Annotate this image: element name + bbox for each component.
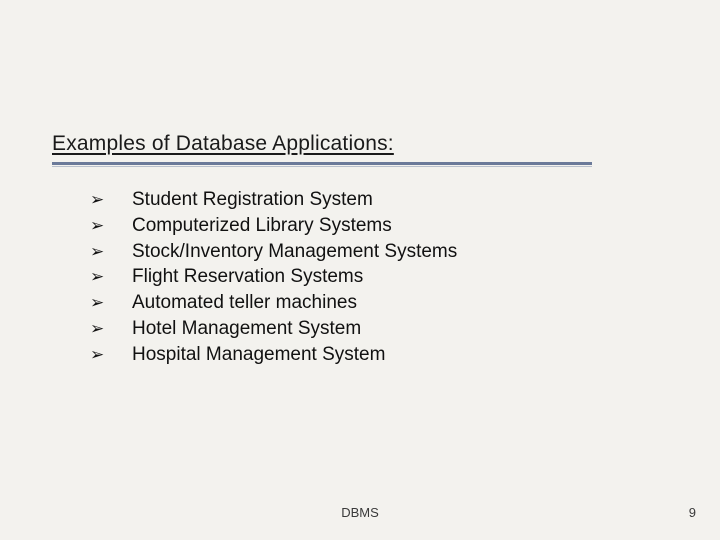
rule-line — [52, 162, 592, 165]
list-item: ➢ Student Registration System — [90, 188, 650, 212]
arrow-bullet-icon: ➢ — [90, 292, 132, 313]
list-item-text: Hotel Management System — [132, 317, 361, 341]
list-item-text: Stock/Inventory Management Systems — [132, 240, 457, 264]
rule-shadow — [52, 166, 592, 167]
list-item: ➢ Hotel Management System — [90, 317, 650, 341]
bullet-list: ➢ Student Registration System ➢ Computer… — [90, 188, 650, 368]
list-item: ➢ Automated teller machines — [90, 291, 650, 315]
list-item: ➢ Flight Reservation Systems — [90, 265, 650, 289]
list-item-text: Student Registration System — [132, 188, 373, 212]
title-underline-rule — [52, 162, 592, 168]
arrow-bullet-icon: ➢ — [90, 215, 132, 236]
arrow-bullet-icon: ➢ — [90, 241, 132, 262]
list-item-text: Automated teller machines — [132, 291, 357, 315]
list-item-text: Hospital Management System — [132, 343, 385, 367]
list-item: ➢ Computerized Library Systems — [90, 214, 650, 238]
list-item: ➢ Stock/Inventory Management Systems — [90, 240, 650, 264]
title-area: Examples of Database Applications: — [52, 132, 394, 156]
page-number: 9 — [689, 505, 696, 520]
list-item: ➢ Hospital Management System — [90, 343, 650, 367]
arrow-bullet-icon: ➢ — [90, 189, 132, 210]
footer-text: DBMS — [0, 505, 720, 520]
slide: Examples of Database Applications: ➢ Stu… — [0, 0, 720, 540]
arrow-bullet-icon: ➢ — [90, 344, 132, 365]
slide-title: Examples of Database Applications: — [52, 132, 394, 155]
arrow-bullet-icon: ➢ — [90, 266, 132, 287]
arrow-bullet-icon: ➢ — [90, 318, 132, 339]
list-item-text: Flight Reservation Systems — [132, 265, 363, 289]
list-item-text: Computerized Library Systems — [132, 214, 392, 238]
